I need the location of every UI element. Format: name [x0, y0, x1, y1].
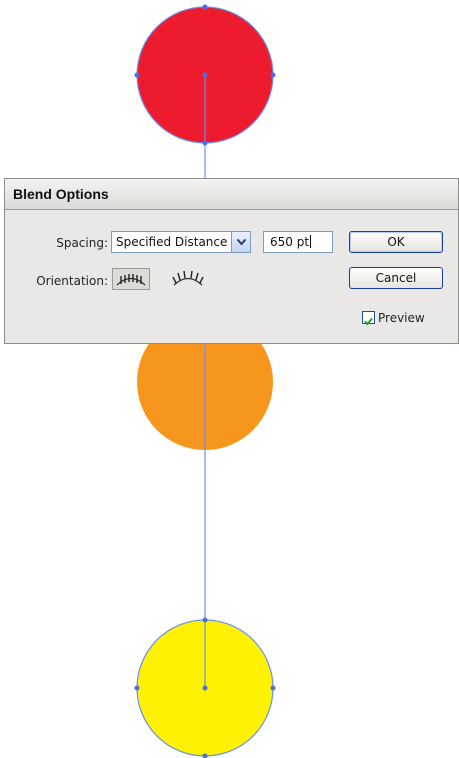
align-to-path-button[interactable]: [169, 268, 207, 290]
orientation-label: Orientation:: [36, 274, 108, 288]
spacing-label: Spacing:: [56, 236, 108, 250]
spacing-dropdown[interactable]: Specified Distance: [111, 231, 251, 253]
dialog-title: Blend Options: [13, 186, 109, 202]
align-to-page-icon: [116, 274, 146, 286]
spacing-selected-value: Specified Distance: [116, 235, 228, 249]
spacing-distance-value: 650 pt: [270, 235, 310, 249]
preview-checkbox[interactable]: [362, 311, 375, 326]
anchor-point[interactable]: [134, 685, 140, 691]
preview-label[interactable]: Preview: [378, 311, 425, 325]
anchor-point[interactable]: [134, 72, 140, 78]
dialog-titlebar[interactable]: Blend Options: [5, 179, 458, 210]
text-caret: [310, 235, 312, 248]
anchor-point[interactable]: [202, 72, 208, 78]
anchor-point[interactable]: [270, 685, 276, 691]
ok-button[interactable]: OK: [349, 231, 443, 253]
spacing-distance-input[interactable]: 650 pt: [263, 231, 333, 253]
checkmark-icon: [364, 317, 373, 326]
align-to-page-button[interactable]: [112, 268, 150, 290]
cancel-button[interactable]: Cancel: [349, 267, 443, 289]
anchor-point[interactable]: [270, 72, 276, 78]
artboard[interactable]: [0, 0, 459, 758]
anchor-point[interactable]: [202, 617, 208, 623]
chevron-down-icon[interactable]: [231, 232, 250, 252]
align-to-path-icon: [172, 270, 204, 286]
anchor-point[interactable]: [202, 140, 208, 146]
blend-options-dialog: Blend Options Spacing: Specified Distanc…: [4, 178, 459, 344]
anchor-point[interactable]: [202, 685, 208, 691]
anchor-point[interactable]: [202, 4, 208, 10]
